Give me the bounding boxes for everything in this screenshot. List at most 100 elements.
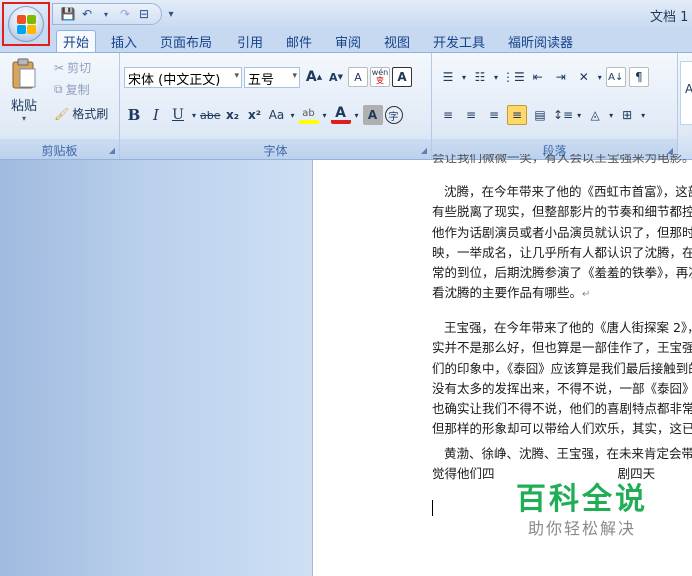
clear-format-button[interactable]: A: [348, 67, 368, 87]
brush-icon: 🖌: [54, 106, 70, 121]
style-preview-text: A: [685, 82, 692, 96]
paragraph-3: 黄渤、徐峥、沈腾、王宝强，在未来肯定会带给 觉得他们四 剧四天: [432, 446, 692, 482]
line-spacing-icon[interactable]: ↕≡: [553, 105, 573, 125]
numbering-icon[interactable]: ☷: [470, 67, 490, 87]
title-bar: 💾 ↶ ▾ ↷ ⊟ ▾ 文档 1: [0, 0, 692, 28]
justify-icon[interactable]: ≡: [507, 105, 527, 125]
italic-button[interactable]: I: [146, 105, 166, 125]
enclose-characters-button[interactable]: 字: [384, 106, 403, 124]
increase-indent-icon[interactable]: ⇥: [551, 67, 571, 87]
text-cursor: [432, 500, 433, 516]
watermark-title: 百科全说: [516, 482, 648, 517]
save-icon[interactable]: 💾: [60, 5, 76, 23]
paragraph-2: 王宝强，在今年带来了他的《唐人街探案 2》， 实并不是那么好，但也算是一部佳作了…: [432, 320, 692, 437]
customize-icon[interactable]: ⊟: [136, 5, 152, 23]
superscript-button[interactable]: x²: [245, 105, 265, 125]
font-group: 宋体 (中文正文) ▾ 五号 ▾ A ▲ A ▼ A wén 变 A B I U ▾ …: [120, 53, 432, 159]
tab-insert[interactable]: 插入: [111, 31, 137, 52]
subscript-button[interactable]: x₂: [223, 105, 243, 125]
character-shading-button[interactable]: A: [362, 105, 383, 125]
shrink-font-button[interactable]: A ▼: [326, 67, 346, 87]
change-case-button[interactable]: Aa: [267, 105, 287, 125]
bold-button[interactable]: B: [124, 105, 144, 125]
clipboard-launcher-icon[interactable]: ◢: [109, 146, 115, 155]
office-button[interactable]: [2, 2, 50, 46]
tab-review[interactable]: 审阅: [335, 31, 361, 52]
format-painter-button[interactable]: 🖌 格式刷: [54, 105, 108, 122]
shading-icon[interactable]: ◬: [585, 105, 605, 125]
tab-view[interactable]: 视图: [384, 31, 410, 52]
font-color-dropdown-icon[interactable]: ▾: [353, 105, 361, 125]
copy-button[interactable]: ⧉ 复制: [54, 81, 90, 98]
align-right-icon[interactable]: ≡: [484, 105, 504, 125]
tab-foxit-reader[interactable]: 福昕阅读器: [508, 31, 573, 52]
underline-button[interactable]: U: [168, 105, 188, 125]
character-border-button[interactable]: A: [392, 67, 412, 87]
paste-icon: [12, 58, 36, 89]
watermark: 百科全说 助你轻松解决: [516, 482, 648, 540]
font-launcher-icon[interactable]: ◢: [421, 146, 427, 155]
cut-button[interactable]: ✂ 剪切: [54, 59, 91, 76]
chevron-down-icon: ▾: [234, 71, 239, 81]
cut-label: 剪切: [67, 61, 92, 75]
tab-references[interactable]: 引用: [237, 31, 263, 52]
font-size-combo[interactable]: 五号 ▾: [244, 67, 300, 88]
document-title: 文档 1: [650, 10, 689, 25]
paste-button[interactable]: 粘贴 ▾: [4, 57, 44, 123]
tab-home[interactable]: 开始: [56, 30, 97, 53]
font-group-label: 字体: [120, 139, 431, 159]
font-size-value: 五号: [248, 73, 275, 88]
grow-font-button[interactable]: A ▲: [304, 67, 324, 87]
highlight-button[interactable]: ab: [298, 106, 319, 124]
partial-top-line: 会让我们微微一笑，有人会以王宝强来为电影。中影: [432, 154, 692, 165]
clipboard-group-label: 剪贴板: [0, 139, 119, 159]
borders-icon[interactable]: ⊞: [617, 105, 637, 125]
tab-page-layout[interactable]: 页面布局: [160, 31, 212, 52]
highlight-dropdown-icon[interactable]: ▾: [321, 105, 329, 125]
redo-icon[interactable]: ↷: [117, 5, 133, 23]
style-preview[interactable]: A: [680, 61, 692, 125]
watermark-subtitle: 助你轻松解决: [527, 519, 636, 538]
show-marks-icon[interactable]: ¶: [628, 67, 649, 87]
copy-label: 复制: [65, 83, 90, 97]
paste-dropdown-icon[interactable]: ▾: [22, 114, 26, 123]
multilevel-list-icon[interactable]: ⋮☰: [502, 67, 525, 87]
shading-dropdown-icon[interactable]: ▾: [608, 105, 614, 125]
font-name-combo[interactable]: 宋体 (中文正文) ▾: [124, 67, 242, 88]
distributed-icon[interactable]: ▤: [530, 105, 550, 125]
paragraph-group: ☰ ▾ ☷ ▾ ⋮☰ ⇤ ⇥ ✕ ▾ A↓ ¶ ≡ ≡ ≡ ≡ ▤ ↕≡ ▾ ◬…: [432, 53, 678, 159]
font-color-button[interactable]: A: [330, 105, 351, 124]
format-painter-label: 格式刷: [72, 107, 109, 121]
tab-mailings[interactable]: 邮件: [286, 31, 312, 52]
chinese-layout-icon[interactable]: ✕: [574, 67, 594, 87]
line-spacing-dropdown-icon[interactable]: ▾: [576, 105, 582, 125]
undo-icon[interactable]: ↶: [79, 5, 95, 23]
bullets-dropdown-icon[interactable]: ▾: [461, 67, 467, 87]
paragraph-1: 沈腾，在今年带来了他的《西虹市首富》，这部 有些脱离了现实，但整部影片的节奏和细…: [432, 184, 692, 301]
sort-icon[interactable]: A↓: [605, 67, 626, 87]
qat-dropdown-icon[interactable]: ▾: [163, 5, 179, 23]
case-dropdown-icon[interactable]: ▾: [289, 105, 297, 125]
font-name-value: 宋体 (中文正文): [128, 73, 221, 88]
styles-group: A: [678, 53, 692, 159]
paragraph-align-tools: ≡ ≡ ≡ ≡ ▤ ↕≡ ▾ ◬ ▾ ⊞ ▾: [438, 105, 646, 125]
tab-developer[interactable]: 开发工具: [433, 31, 485, 52]
clipboard-group: 粘贴 ▾ ✂ 剪切 ⧉ 复制 🖌 格式刷 剪贴板 ◢: [0, 53, 120, 159]
quick-access-toolbar: 💾 ↶ ▾ ↷ ⊟ ▾: [56, 4, 179, 24]
decrease-indent-icon[interactable]: ⇤: [528, 67, 548, 87]
bullets-icon[interactable]: ☰: [438, 67, 458, 87]
scissors-icon: ✂: [54, 60, 65, 75]
chinese-layout-dropdown-icon[interactable]: ▾: [597, 67, 603, 87]
numbering-dropdown-icon[interactable]: ▾: [493, 67, 499, 87]
paste-label: 粘贴: [10, 99, 37, 114]
align-left-icon[interactable]: ≡: [438, 105, 458, 125]
ribbon: 粘贴 ▾ ✂ 剪切 ⧉ 复制 🖌 格式刷 剪贴板 ◢ 宋体 (中文正文) ▾ 五号 ▾…: [0, 52, 692, 160]
underline-dropdown-icon[interactable]: ▾: [190, 105, 198, 125]
strikethrough-button[interactable]: abe: [200, 105, 221, 125]
align-center-icon[interactable]: ≡: [461, 105, 481, 125]
undo-dropdown-icon[interactable]: ▾: [98, 5, 114, 23]
borders-dropdown-icon[interactable]: ▾: [640, 105, 646, 125]
phonetic-guide-button[interactable]: wén 变: [370, 67, 390, 87]
font-size-tools: A ▲ A ▼ A wén 变 A: [304, 67, 412, 87]
copy-icon: ⧉: [54, 82, 63, 96]
